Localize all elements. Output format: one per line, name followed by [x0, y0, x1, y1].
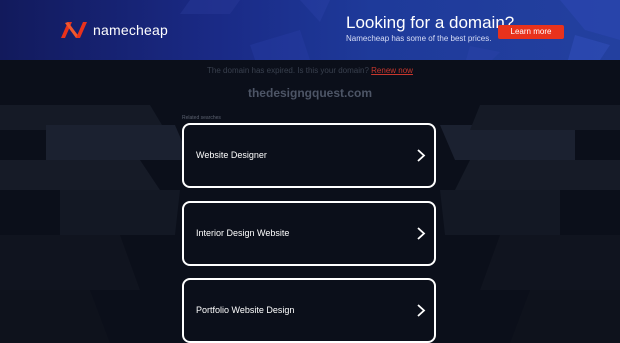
chevron-right-icon — [417, 149, 426, 162]
related-search-label: Portfolio Website Design — [196, 305, 295, 315]
expired-notice: The domain has expired. Is this your dom… — [0, 66, 620, 75]
promo-subtitle: Namecheap has some of the best prices. — [346, 34, 492, 43]
brand-name[interactable]: namecheap — [93, 22, 168, 38]
related-search-label: Website Designer — [196, 150, 267, 160]
renew-now-link[interactable]: Renew now — [371, 66, 413, 75]
namecheap-logo-icon[interactable] — [60, 20, 88, 40]
related-search-card[interactable]: Portfolio Website Design — [182, 278, 436, 343]
related-search-card[interactable]: Interior Design Website — [182, 201, 436, 266]
learn-more-button[interactable]: Learn more — [498, 25, 564, 39]
chevron-right-icon — [417, 227, 426, 240]
related-search-card[interactable]: Website Designer — [182, 123, 436, 188]
domain-name: thedesigngquest.com — [247, 86, 372, 100]
expired-notice-text: The domain has expired. Is this your dom… — [207, 66, 369, 75]
promo-title: Looking for a domain? — [346, 13, 515, 32]
related-searches-label: Related searches — [182, 115, 221, 121]
top-banner: namecheap Looking for a domain? Namechea… — [0, 0, 620, 60]
related-search-label: Interior Design Website — [196, 228, 290, 238]
chevron-right-icon — [417, 304, 426, 317]
